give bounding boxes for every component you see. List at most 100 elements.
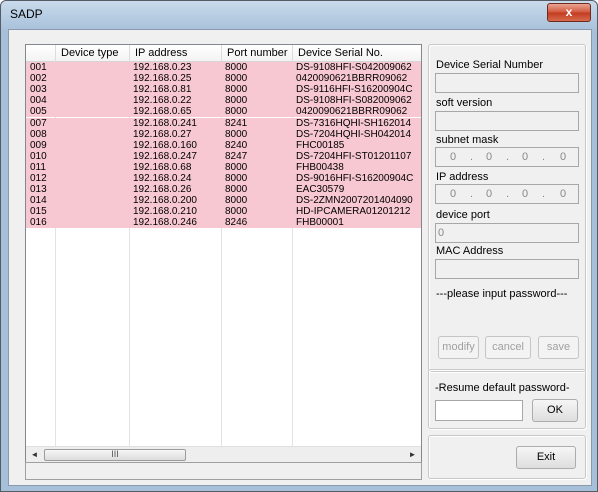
- cell-port-number: 8000: [225, 106, 248, 118]
- cell-serial-no: DS-7204HQHI-SH042014: [296, 128, 412, 140]
- cell-index: 004: [30, 95, 47, 107]
- cell-serial-no: DS-9108HFI-S082009062: [296, 95, 412, 107]
- cell-index: 009: [30, 139, 47, 151]
- cell-ip-address: 192.168.0.200: [133, 195, 197, 207]
- cell-ip-address: 192.168.0.24: [133, 173, 192, 184]
- cell-serial-no: FHC00185: [296, 139, 345, 151]
- list-header: Device type IP address Port number Devic…: [26, 45, 421, 62]
- cell-serial-no: DS-9108HFI-S042009062: [296, 62, 412, 73]
- ok-button[interactable]: OK: [532, 399, 578, 422]
- column-header-port-number[interactable]: Port number: [222, 45, 293, 62]
- serial-number-field[interactable]: [435, 73, 579, 93]
- cell-serial-no: EAC30579: [296, 184, 345, 196]
- cell-ip-address: 192.168.0.160: [133, 139, 197, 151]
- scroll-thumb[interactable]: III: [44, 449, 186, 461]
- window-title: SADP: [10, 7, 43, 21]
- password-prompt: ---please input password---: [436, 288, 568, 300]
- cell-index: 010: [30, 150, 47, 162]
- scroll-left-icon[interactable]: ◄: [26, 447, 43, 463]
- sadp-window: SADP x Device type IP address Port numbe…: [0, 0, 598, 492]
- cell-ip-address: 192.168.0.65: [133, 106, 192, 118]
- cancel-button[interactable]: cancel: [485, 336, 531, 359]
- subnet-mask-field[interactable]: 0 . 0 . 0 . 0: [435, 147, 579, 167]
- soft-version-field[interactable]: [435, 111, 579, 131]
- column-header-device-type[interactable]: Device type: [56, 45, 130, 62]
- device-row[interactable]: 001 192.168.0.23 8000 DS-9108HFI-S042009062: [26, 62, 421, 74]
- cell-device-type: [55, 118, 129, 129]
- ip-address-field[interactable]: 0 . 0 . 0 . 0: [435, 184, 579, 204]
- cell-ip-address: 192.168.0.27: [133, 128, 192, 140]
- device-row[interactable]: 011 192.168.0.68 8000 FHB00438: [26, 161, 421, 173]
- title-bar[interactable]: SADP x: [1, 1, 597, 29]
- column-header-ip-address[interactable]: IP address: [130, 45, 222, 62]
- cell-port-number: 8000: [225, 161, 248, 173]
- cell-device-type: [55, 84, 129, 95]
- cell-serial-no: FHB00438: [296, 161, 344, 173]
- cell-serial-no: 0420090621BBRR09062: [296, 106, 408, 118]
- cell-device-type: [55, 162, 129, 173]
- cell-device-type: [55, 62, 129, 73]
- cell-ip-address: 192.168.0.22: [133, 95, 192, 107]
- serial-number-label: Device Serial Number: [436, 59, 543, 71]
- cell-ip-address: 192.168.0.241: [133, 117, 197, 129]
- device-row[interactable]: 013 192.168.0.26 8000 EAC30579: [26, 184, 421, 196]
- device-row[interactable]: 008 192.168.0.27 8000 DS-7204HQHI-SH042014: [26, 128, 421, 140]
- device-row[interactable]: 010 192.168.0.247 8247 DS-7204HFI-ST0120110…: [26, 150, 421, 162]
- cell-index: 007: [30, 117, 47, 129]
- column-header-serial-no[interactable]: Device Serial No.: [293, 45, 421, 62]
- device-row[interactable]: 004 192.168.0.22 8000 DS-9108HFI-S082009062: [26, 95, 421, 107]
- close-button[interactable]: x: [547, 3, 591, 22]
- cell-device-type: [55, 173, 129, 184]
- cell-index: 005: [30, 106, 47, 118]
- device-row[interactable]: 003 192.168.0.81 8000 DS-9116HFI-S16200904C: [26, 84, 421, 96]
- mac-address-field[interactable]: [435, 259, 579, 279]
- cell-port-number: 8000: [225, 84, 248, 96]
- modify-button[interactable]: modify: [438, 336, 479, 359]
- device-row[interactable]: 009 192.168.0.160 8240 FHC00185: [26, 139, 421, 151]
- device-row[interactable]: 014 192.168.0.200 8000 DS-2ZMN2007201404090: [26, 195, 421, 207]
- device-row[interactable]: 012 192.168.0.24 8000 DS-9016HFI-S16200904C: [26, 173, 421, 185]
- cell-port-number: 8240: [225, 139, 248, 151]
- device-port-label: device port: [436, 209, 490, 221]
- cell-index: 014: [30, 195, 47, 207]
- cell-serial-no: DS-9016HFI-S16200904C: [296, 173, 414, 184]
- cell-ip-address: 192.168.0.247: [133, 150, 197, 162]
- exit-button[interactable]: Exit: [516, 446, 576, 469]
- cell-serial-no: DS-7204HFI-ST01201107: [296, 150, 412, 162]
- cell-port-number: 8000: [225, 195, 248, 207]
- device-row[interactable]: 005 192.168.0.65 8000 0420090621BBRR09062: [26, 106, 421, 118]
- cell-ip-address: 192.168.0.210: [133, 206, 197, 218]
- device-row[interactable]: 002 192.168.0.25 8000 0420090621BBRR09062: [26, 73, 421, 85]
- horizontal-scrollbar[interactable]: ◄ III ►: [26, 446, 421, 463]
- cell-index: 012: [30, 173, 47, 184]
- cell-serial-no: HD-IPCAMERA01201212: [296, 206, 411, 218]
- cell-port-number: 8000: [225, 128, 248, 140]
- cell-port-number: 8000: [225, 73, 248, 85]
- cell-device-type: [55, 184, 129, 195]
- device-port-field[interactable]: 0: [435, 223, 579, 243]
- ip-address-label: IP address: [436, 171, 489, 183]
- cell-device-type: [55, 129, 129, 140]
- cell-device-type: [55, 217, 129, 228]
- client-area: Device type IP address Port number Devic…: [8, 29, 592, 486]
- device-list[interactable]: Device type IP address Port number Devic…: [25, 44, 422, 464]
- cell-ip-address: 192.168.0.23: [133, 62, 192, 73]
- cell-port-number: 8246: [225, 217, 248, 229]
- cell-port-number: 8000: [225, 173, 248, 184]
- device-detail-group: Device Serial Number soft version subnet…: [428, 44, 586, 372]
- scroll-right-icon[interactable]: ►: [404, 447, 421, 463]
- cell-ip-address: 192.168.0.26: [133, 184, 192, 196]
- cell-serial-no: 0420090621BBRR09062: [296, 73, 408, 85]
- cell-index: 002: [30, 73, 47, 85]
- cell-ip-address: 192.168.0.68: [133, 161, 192, 173]
- cell-ip-address: 192.168.0.25: [133, 73, 192, 85]
- resume-password-input[interactable]: [435, 400, 523, 421]
- cell-serial-no: DS-2ZMN2007201404090: [296, 195, 413, 207]
- device-row[interactable]: 015 192.168.0.210 8000 HD-IPCAMERA01201212: [26, 206, 421, 218]
- resume-password-group: -Resume default password- OK: [428, 369, 586, 429]
- save-button[interactable]: save: [538, 336, 579, 359]
- column-header-index[interactable]: [26, 45, 56, 62]
- mac-address-label: MAC Address: [436, 245, 504, 257]
- device-row[interactable]: 016 192.168.0.246 8246 FHB00001: [26, 217, 421, 229]
- device-row[interactable]: 007 192.168.0.241 8241 DS-7316HQHI-SH162014: [26, 117, 421, 129]
